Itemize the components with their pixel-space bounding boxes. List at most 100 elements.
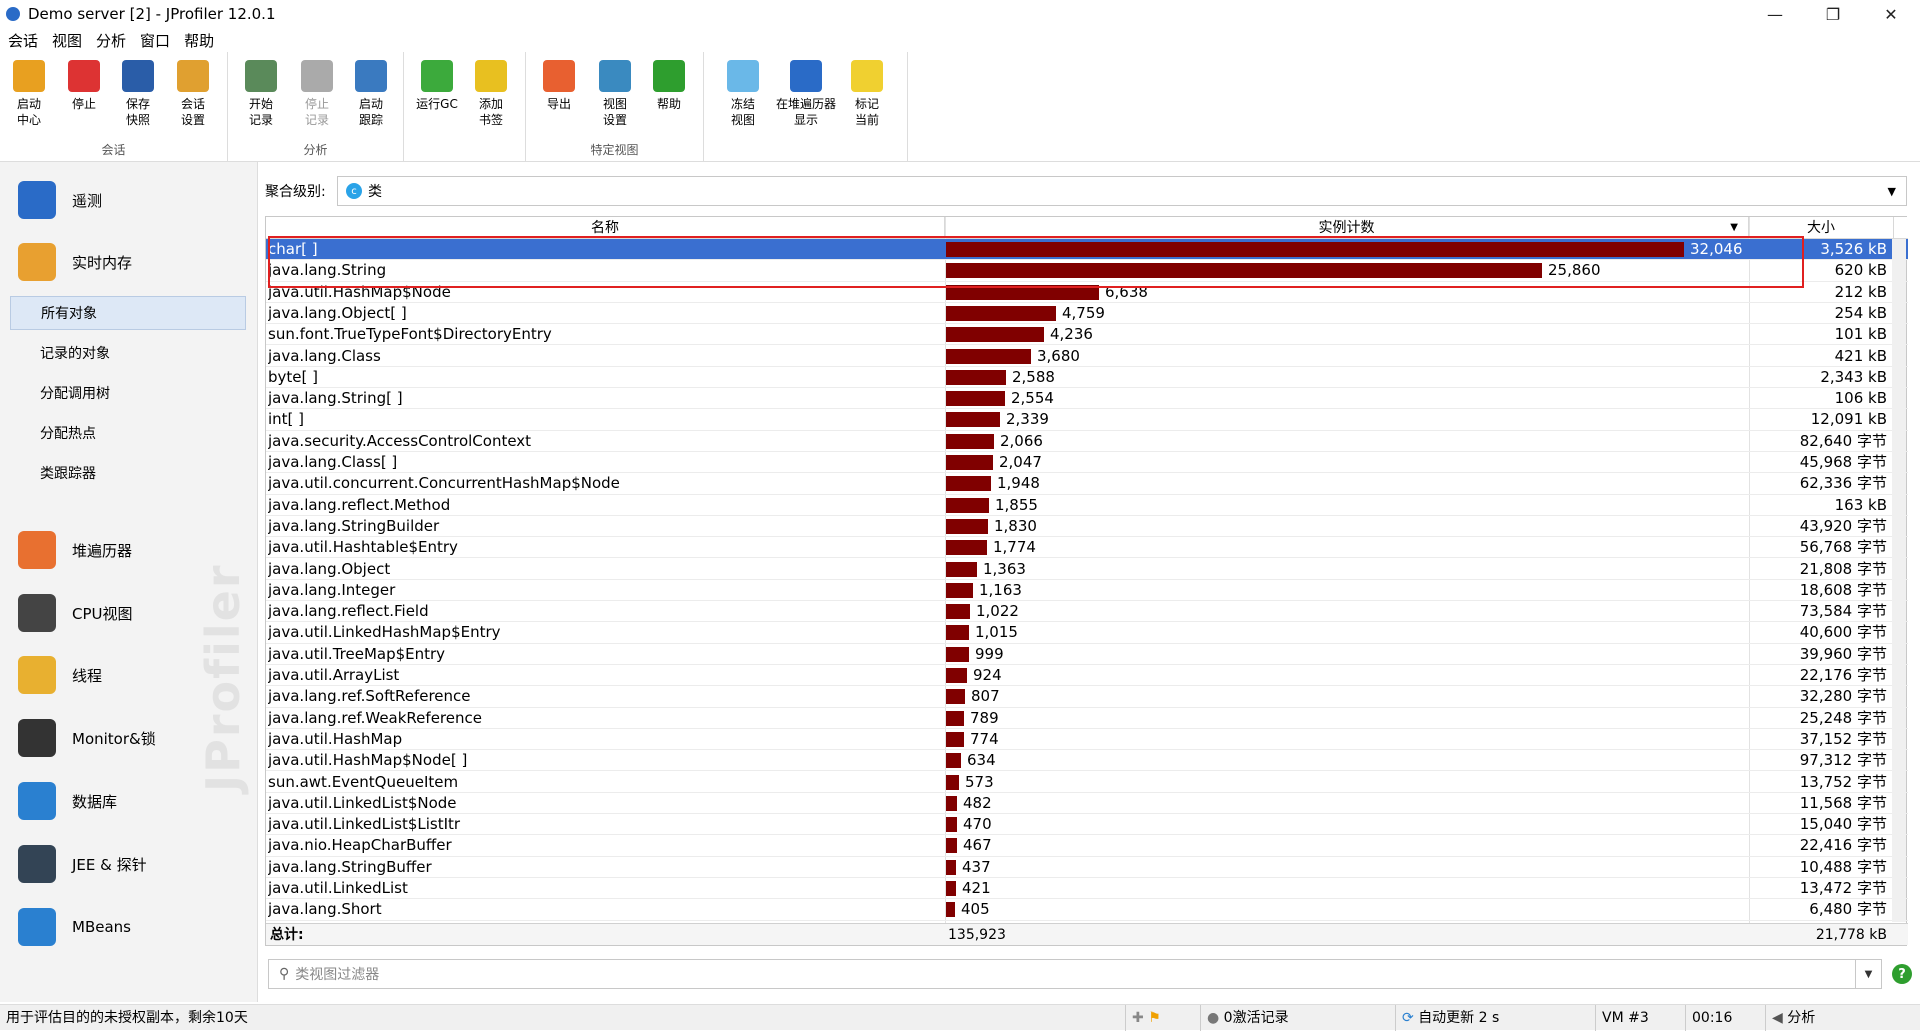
table-row[interactable]: java.nio.HeapCharBuffer 467 22,416 字节 <box>266 835 1908 857</box>
table-row[interactable]: java.util.LinkedList$ListItr 470 15,040 字节 <box>266 814 1908 836</box>
start-tracking-button[interactable]: 启动 跟踪 <box>344 60 398 128</box>
save-snapshot-button[interactable]: 保存 快照 <box>111 60 165 128</box>
minimize-icon[interactable]: — <box>1746 0 1804 28</box>
instance-count-cell: 1,363 <box>983 559 1026 578</box>
table-row[interactable]: java.util.TreeMap$Entry 999 39,960 字节 <box>266 644 1908 665</box>
sidebar-section-threads[interactable]: 线程 <box>18 650 102 700</box>
class-name-cell: java.util.LinkedList$ListItr <box>268 815 461 834</box>
session-settings-button[interactable]: 会话 设置 <box>166 60 220 128</box>
menu-profiling[interactable]: 分析 <box>96 30 126 51</box>
start-recording-icon <box>245 60 277 92</box>
start-center-button[interactable]: 启动 中心 <box>2 60 56 128</box>
table-row[interactable]: java.util.Hashtable$Entry 1,774 56,768 字节 <box>266 537 1908 559</box>
menu-view[interactable]: 视图 <box>52 30 82 51</box>
sidebar-section-monitor-lock[interactable]: Monitor&锁 <box>18 713 156 763</box>
recordings-status[interactable]: ● 0激活记录 <box>1200 1005 1395 1031</box>
table-row[interactable]: int[ ] 2,339 12,091 kB <box>266 409 1908 431</box>
flag-icon[interactable]: ⚑ <box>1148 1010 1161 1026</box>
table-row[interactable]: java.util.HashMap$Node[ ] 634 97,312 字节 <box>266 750 1908 772</box>
table-row[interactable]: java.lang.reflect.Field 1,022 73,584 字节 <box>266 601 1908 623</box>
instance-count-bar <box>946 817 957 833</box>
sidebar-subitem[interactable]: 所有对象 <box>10 296 246 330</box>
sidebar-subitem[interactable]: 类跟踪器 <box>10 456 246 490</box>
size-cell: 82,640 字节 <box>1799 431 1887 450</box>
size-cell: 11,568 字节 <box>1799 793 1887 812</box>
sidebar-section-heap-walker[interactable]: 堆遍历器 <box>18 525 132 575</box>
menu-session[interactable]: 会话 <box>8 30 38 51</box>
class-view-filter-input[interactable]: ⚲ 类视图过滤器 ▼ <box>268 959 1882 989</box>
sidebar-section-cpu-view[interactable]: CPU视图 <box>18 588 133 638</box>
sidebar-section-telemetry[interactable]: 遥测 <box>18 175 102 225</box>
export-button[interactable]: 导出 <box>532 60 586 112</box>
table-row[interactable]: byte[ ] 2,588 2,343 kB <box>266 367 1908 389</box>
run-gc-button[interactable]: 运行GC <box>410 60 464 112</box>
add-bookmark-button[interactable]: 添加 书签 <box>464 60 518 128</box>
size-cell: 6,480 字节 <box>1809 900 1887 919</box>
stop-button[interactable]: 停止 <box>57 60 111 112</box>
table-row[interactable]: sun.font.TrueTypeFont$DirectoryEntry 4,23… <box>266 324 1908 346</box>
instance-count-bar <box>946 561 977 577</box>
title-bar: Demo server [2] - JProfiler 12.0.1 — ❐ ✕ <box>0 0 1920 28</box>
class-name-cell: sun.font.TrueTypeFont$DirectoryEntry <box>268 325 552 344</box>
pin-icon[interactable]: ✚ <box>1132 1010 1144 1026</box>
view-settings-button[interactable]: 视图 设置 <box>588 60 642 128</box>
sidebar-section-jee-probes[interactable]: JEE & 探针 <box>18 839 147 889</box>
table-row[interactable]: java.security.AccessControlContext 2,066 8… <box>266 431 1908 452</box>
help-button[interactable]: 帮助 <box>642 60 696 112</box>
table-row[interactable]: java.lang.ref.SoftReference 807 32,280 字节 <box>266 686 1908 708</box>
instance-count-bar <box>946 881 956 896</box>
table-row[interactable]: java.lang.Class 3,680 421 kB <box>266 346 1908 367</box>
table-row[interactable]: java.lang.StringBuffer 437 10,488 字节 <box>266 857 1908 878</box>
instance-count-bar <box>946 369 1006 385</box>
help-icon[interactable]: ? <box>1892 964 1912 984</box>
instance-count-cell: 470 <box>963 815 992 834</box>
table-row[interactable]: java.lang.Object[ ] 4,759 254 kB <box>266 303 1908 325</box>
session-settings-icon <box>177 60 209 92</box>
table-row[interactable]: java.lang.Class[ ] 2,047 45,968 字节 <box>266 452 1908 474</box>
sidebar-section-database[interactable]: 数据库 <box>18 776 117 826</box>
stop-recording-button[interactable]: 停止 记录 <box>290 60 344 128</box>
table-row[interactable]: java.lang.Short 405 6,480 字节 <box>266 899 1908 921</box>
table-row[interactable]: java.util.LinkedList$Node 482 11,568 字节 <box>266 793 1908 815</box>
toolbar-group-4: 冻结 视图 在堆遍历器 显示 标记 当前 <box>704 52 908 162</box>
menu-window[interactable]: 窗口 <box>140 30 170 51</box>
instance-count-bar <box>946 540 987 556</box>
table-row[interactable]: java.util.LinkedHashMap$Entry 1,015 40,600… <box>266 622 1908 644</box>
sidebar-subitem[interactable]: 分配热点 <box>10 416 246 450</box>
instance-count-bar <box>946 433 994 449</box>
sidebar-subitem[interactable]: 记录的对象 <box>10 336 246 370</box>
aggregation-level-select[interactable]: c 类 ▼ <box>337 176 1907 206</box>
table-row[interactable]: java.util.LinkedList 421 13,472 字节 <box>266 878 1908 900</box>
table-row[interactable]: java.lang.reflect.Method 1,855 163 kB <box>266 495 1908 516</box>
table-row[interactable]: sun.awt.EventQueueItem 573 13,752 字节 <box>266 772 1908 793</box>
size-cell: 97,312 字节 <box>1799 751 1887 770</box>
start-recording-button[interactable]: 开始 记录 <box>234 60 288 128</box>
class-name-cell: int[ ] <box>268 410 305 429</box>
sidebar-subitem[interactable]: 分配调用树 <box>10 376 246 410</box>
vertical-scrollbar[interactable] <box>1892 239 1906 922</box>
table-row[interactable]: java.lang.Integer 1,163 18,608 字节 <box>266 580 1908 602</box>
table-row[interactable]: java.util.concurrent.ConcurrentHashMap$N… <box>266 473 1908 495</box>
mark-current-button[interactable]: 标记 当前 <box>840 60 894 128</box>
auto-update-status[interactable]: ⟳ 自动更新 2 s <box>1395 1005 1595 1031</box>
instance-count-cell: 1,163 <box>979 580 1022 599</box>
table-row[interactable]: java.lang.String[ ] 2,554 106 kB <box>266 388 1908 410</box>
close-icon[interactable]: ✕ <box>1862 0 1920 28</box>
table-row[interactable]: java.util.HashMap 774 37,152 字节 <box>266 729 1908 751</box>
size-cell: 13,472 字节 <box>1799 879 1887 897</box>
menu-help[interactable]: 帮助 <box>184 30 214 51</box>
sidebar-section-mbeans[interactable]: MBeans <box>18 902 131 952</box>
instance-count-cell: 1,948 <box>997 474 1040 493</box>
toolbar-button-label: 视图 设置 <box>602 97 627 127</box>
sidebar-section-live-memory[interactable]: 实时内存 <box>18 237 132 287</box>
freeze-view-button[interactable]: 冻结 视图 <box>716 60 770 128</box>
instance-count-cell: 2,554 <box>1011 389 1054 408</box>
chevron-down-icon[interactable]: ▼ <box>1855 960 1881 988</box>
table-row[interactable]: java.lang.StringBuilder 1,830 43,920 字节 <box>266 516 1908 538</box>
table-row[interactable]: java.lang.Object 1,363 21,808 字节 <box>266 559 1908 580</box>
maximize-icon[interactable]: ❐ <box>1804 0 1862 28</box>
show-in-heap-walker-button[interactable]: 在堆遍历器 显示 <box>770 60 842 128</box>
table-row[interactable]: java.util.ArrayList 924 22,176 字节 <box>266 665 1908 687</box>
table-row[interactable]: java.lang.ref.WeakReference 789 25,248 字节 <box>266 708 1908 729</box>
toolbar-button-label: 保存 快照 <box>125 97 150 127</box>
